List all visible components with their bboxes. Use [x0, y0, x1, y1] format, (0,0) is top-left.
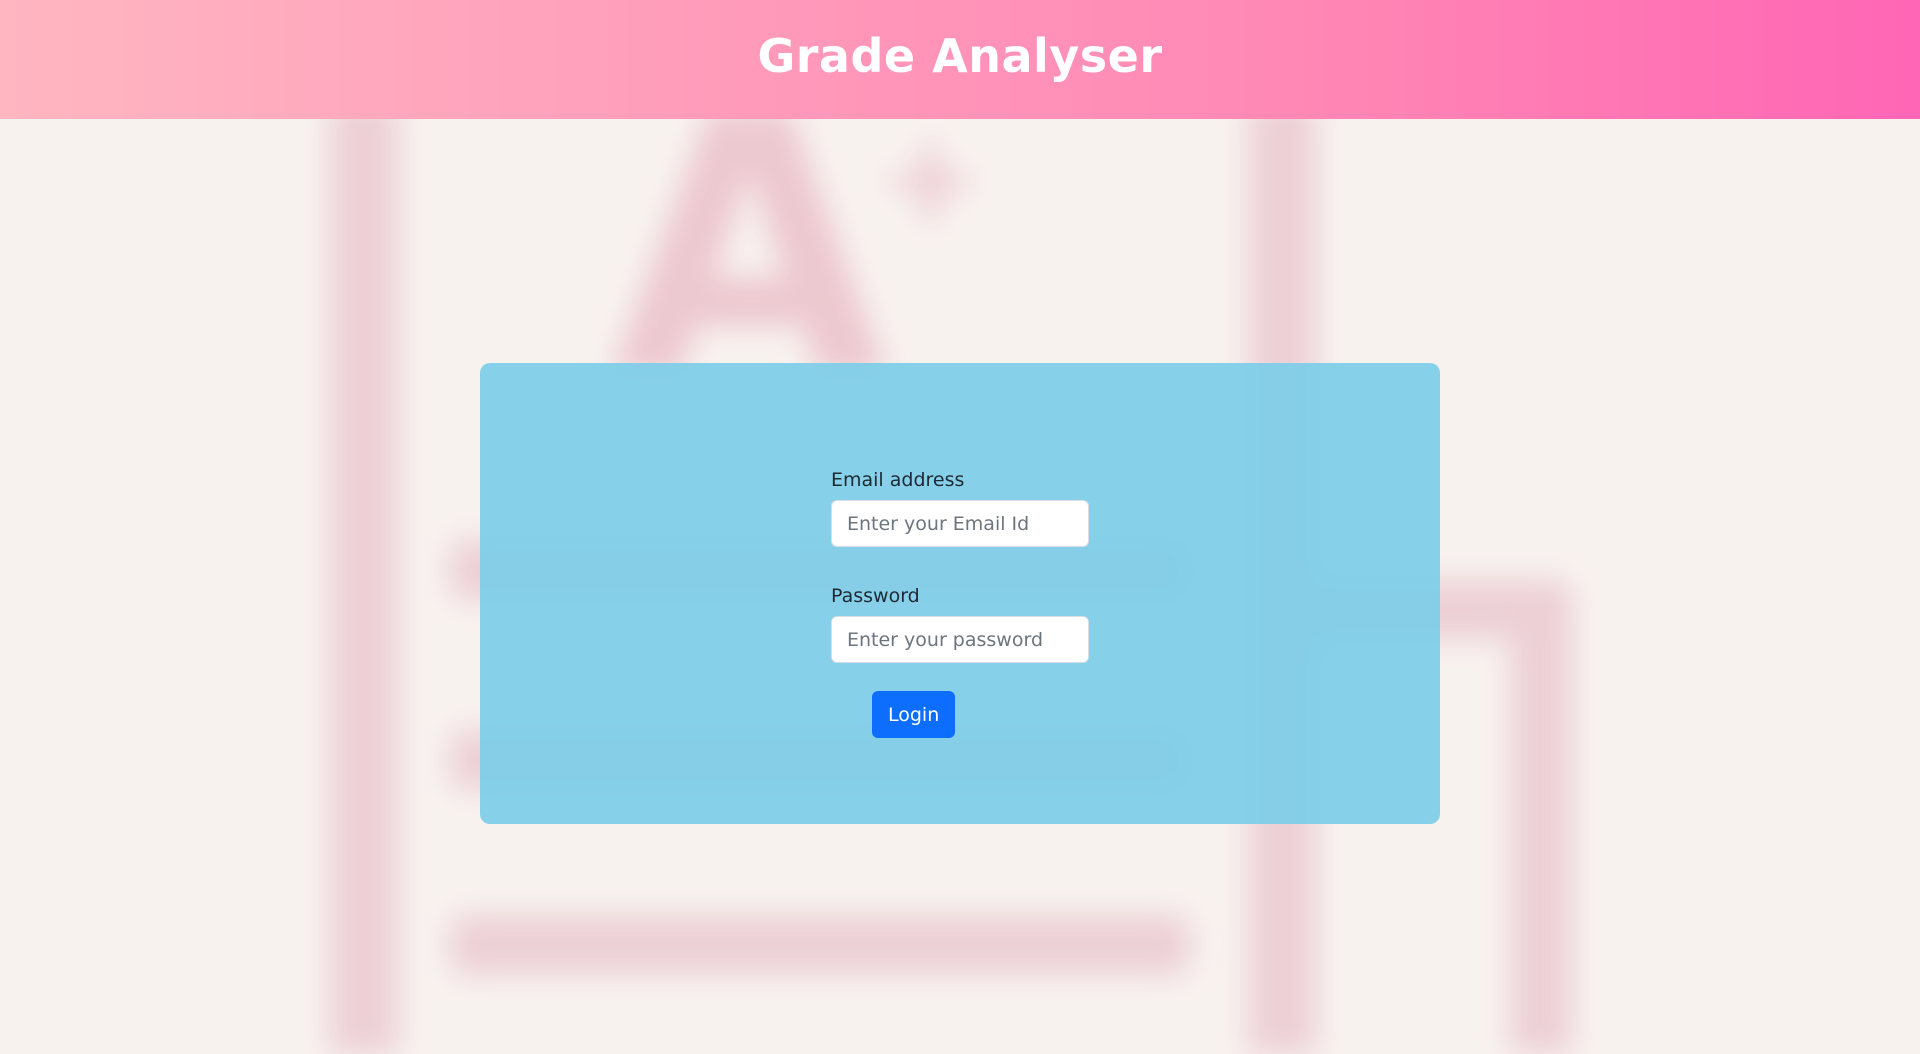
password-field[interactable] [831, 616, 1089, 663]
login-form: Email address Password Login [831, 469, 1091, 738]
login-card: Email address Password Login [480, 363, 1440, 824]
email-label: Email address [831, 469, 965, 491]
bg-corner-side [1510, 580, 1572, 1054]
login-button[interactable]: Login [872, 691, 956, 738]
bg-left-border [330, 100, 398, 1054]
app-title: Grade Analyser [757, 28, 1163, 83]
bg-line-3 [450, 915, 1190, 975]
bg-grade-plus: + [880, 110, 981, 249]
password-group: Password [831, 585, 1091, 663]
email-field[interactable] [831, 500, 1089, 547]
email-group: Email address [831, 469, 1091, 547]
app-header: Grade Analyser [0, 0, 1920, 119]
password-label: Password [831, 585, 920, 607]
